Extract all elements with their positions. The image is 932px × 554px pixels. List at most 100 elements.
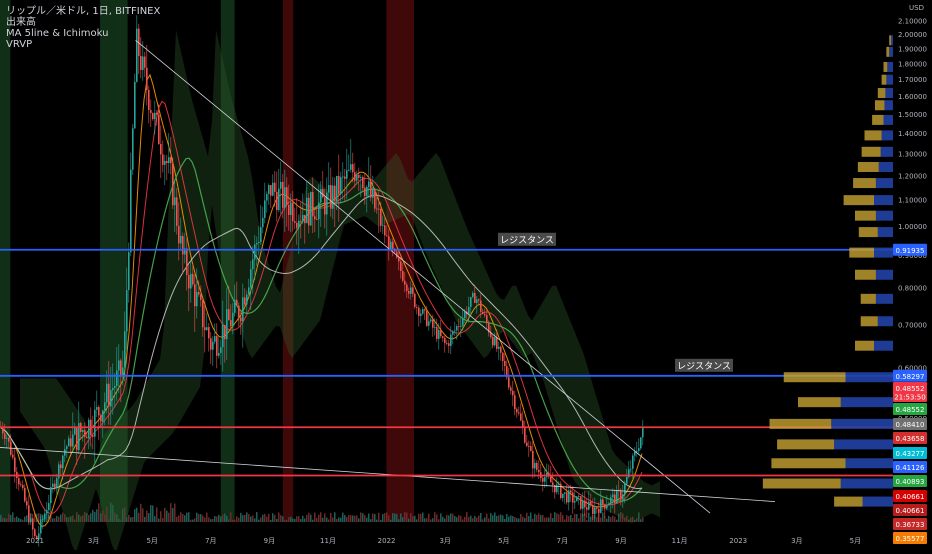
price-chart-svg[interactable]: レジスタンスレジスタンス 2.100002.000001.900001.8000… [0,0,932,553]
candle-body [18,478,20,485]
volume-bar [254,518,256,522]
candle-body [252,259,254,270]
volume-bar [490,513,492,522]
candle-body [248,287,250,295]
candle-body [436,326,438,339]
volume-bar [248,514,250,522]
volume-bar [176,516,178,522]
legend-ma-ichimoku[interactable]: MA 5line & Ichimoku [6,28,160,39]
volume-bar [160,511,162,522]
candle-body [486,315,488,324]
candle-body [146,67,148,90]
volume-bar [8,513,10,522]
volume-bar [58,516,60,522]
candle-body [578,496,580,498]
y-tick-label: 1.40000 [898,130,927,138]
volume-bar [164,507,166,522]
candle-body [66,446,68,450]
candle-body [456,326,458,331]
volume-bar [588,512,590,522]
price-label-text-3: 0.48552 [896,385,925,393]
vp-bar-down [875,178,893,189]
legend-vrvp[interactable]: VRVP [6,39,160,50]
volume-bar [596,517,598,522]
volume-bar [252,515,254,522]
candle-body [230,320,232,327]
volume-bar [448,515,450,522]
x-tick-label: 2023 [729,537,747,545]
candle-body [86,436,88,439]
volume-bar [226,515,228,522]
volume-bar [540,515,542,522]
candle-body [454,330,456,332]
volume-bar [212,519,214,522]
volume-bar [580,513,582,522]
price-label-text-10: 0.40661 [896,493,925,501]
volume-bar [270,519,272,522]
volume-bar [570,514,572,522]
volume-bar [54,518,56,522]
candle-body [458,326,460,327]
candle-body [482,311,484,315]
y-tick-label: 1.30000 [898,150,927,158]
vp-bar-down [875,293,893,304]
volume-bar [366,517,368,522]
vp-bar-up [855,269,876,280]
volume-bar [148,513,150,522]
candle-body [110,390,112,407]
legend-symbol[interactable]: リップル／米ドル, 1日, BITFINEX [6,6,160,17]
candle-body [538,469,540,473]
volume-bar [418,513,420,522]
volume-bar [542,514,544,522]
vp-bar-down [883,114,893,125]
candle-body [608,503,610,506]
candle-body [346,170,348,179]
candle-body [372,189,374,198]
candle-body [500,346,502,353]
candle-body [320,189,322,203]
candle-body [434,326,436,328]
volume-bar [184,515,186,522]
volume-bar [90,513,92,522]
candle-body [474,293,476,303]
legend-volume[interactable]: 出来高 [6,17,160,28]
chart-area[interactable]: レジスタンス レジスタンス 2.10000 2.00000 1.90000 1.8000… [0,0,932,553]
volume-bar [338,517,340,522]
candle-body [334,185,336,202]
volume-bar [642,517,644,522]
volume-bar [398,519,400,522]
candle-body [316,219,318,221]
candle-body [496,337,498,349]
vp-bar-up [860,316,878,327]
vp-bar-down [878,161,893,172]
candle-body [176,197,178,226]
candle-body [404,280,406,285]
y-tick-label: 1.20000 [898,173,927,181]
candle-body [196,291,198,307]
candle-body [590,501,592,505]
vp-bar-down [831,418,893,429]
volume-bar [360,512,362,522]
volume-bar [218,514,220,522]
volume-bar [412,516,414,522]
price-label-text-11: 0.40661 [896,507,925,515]
volume-bar [138,512,140,522]
volume-bar [316,517,318,522]
volume-bar [268,513,270,522]
volume-bar [202,515,204,522]
candle-body [598,508,600,513]
vp-bar-up [858,227,878,238]
candle-body [62,455,64,469]
volume-bar [4,518,6,522]
volume-bar [464,516,466,522]
volume-bar [342,512,344,522]
volume-bar [272,513,274,522]
vp-bar-down [885,88,893,99]
volume-bar [440,513,442,522]
candle-body [536,462,538,470]
volume-bar [162,517,164,522]
volume-bar [512,516,514,522]
candle-body [604,504,606,509]
vp-bar-up [798,397,841,408]
volume-bar [180,512,182,522]
